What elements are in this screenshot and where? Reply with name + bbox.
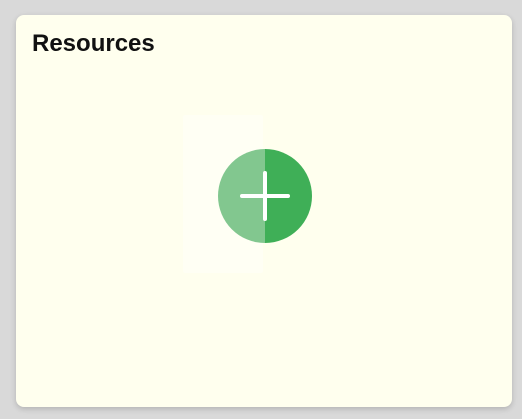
card-title: Resources: [32, 30, 155, 57]
add-resource-button[interactable]: [218, 149, 312, 243]
plus-icon: [240, 171, 290, 221]
resources-card: Resources: [16, 15, 512, 407]
